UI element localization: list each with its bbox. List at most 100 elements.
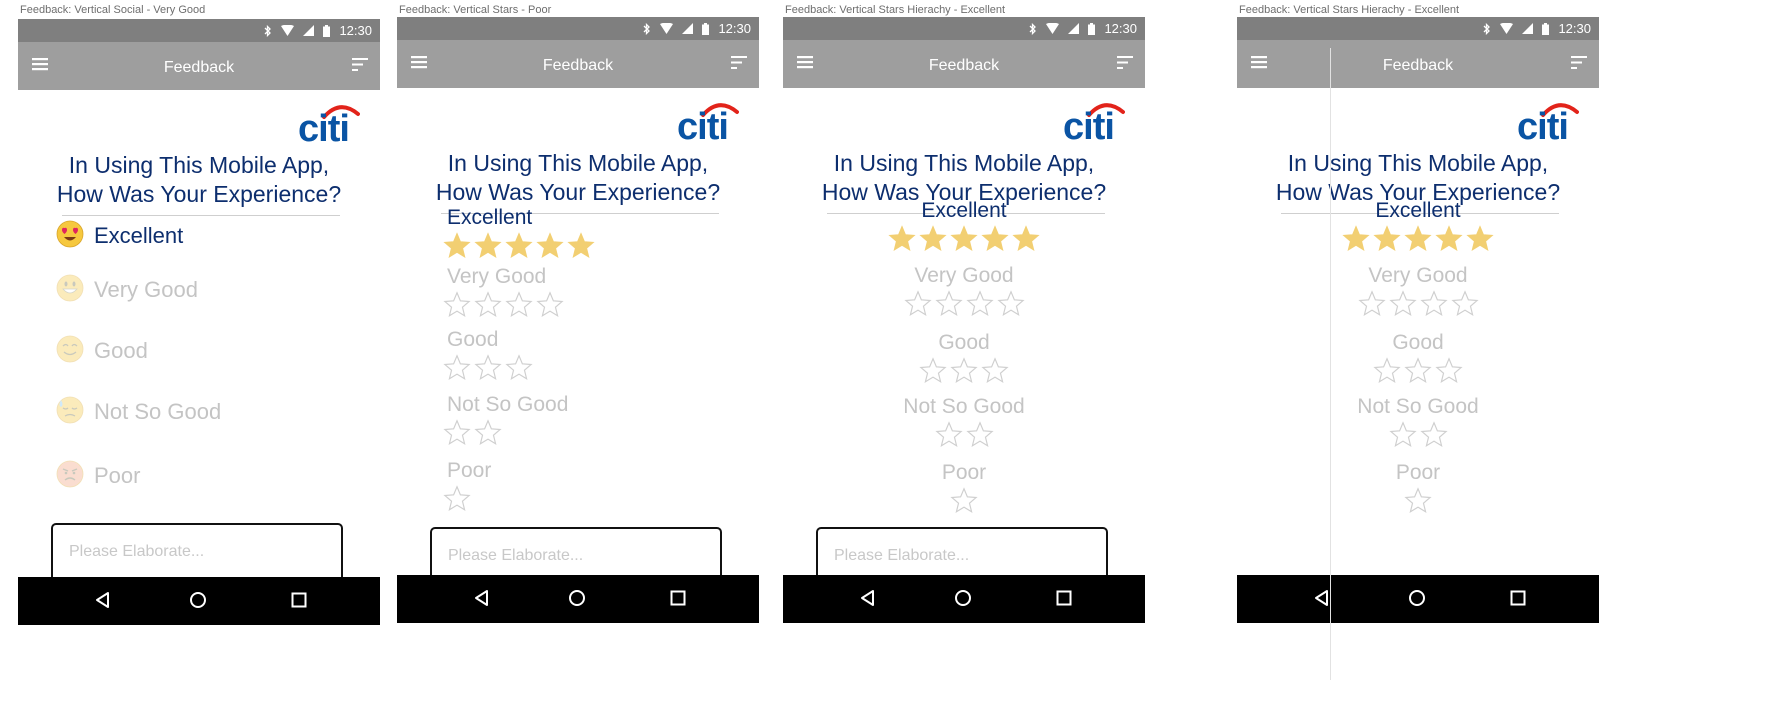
rating-option-very-good[interactable]: Very Good: [783, 264, 1145, 318]
smile-emoji-icon: [56, 335, 84, 363]
status-time: 12:30: [1104, 21, 1137, 36]
star-filled-icon: [1373, 225, 1401, 251]
star-filled-icon: [1012, 225, 1040, 251]
rating-option-not-so-good[interactable]: Not So Good: [783, 395, 1145, 449]
question-line-1: In Using This Mobile App,: [447, 150, 709, 176]
home-icon[interactable]: [1408, 589, 1426, 607]
feedback-screen-panel-2: Feedback: Vertical Stars - Poor 12:30 Fe…: [397, 0, 759, 724]
star-filled-icon: [981, 225, 1009, 251]
android-nav-bar: [783, 575, 1145, 623]
app-bar: Feedback: [783, 40, 1145, 88]
star-outline-icon: [1419, 421, 1448, 447]
rating-option-label: Poor: [447, 459, 492, 482]
star-outline-icon: [474, 291, 502, 317]
rating-option-label: Excellent: [94, 223, 184, 248]
star-outline-icon: [1388, 290, 1417, 316]
star-row: [443, 419, 568, 447]
recents-icon[interactable]: [669, 589, 687, 607]
phone-screen: 12:30 Feedback citi In Using This Mobile…: [397, 17, 759, 623]
star-filled-icon: [1435, 225, 1463, 251]
sort-icon[interactable]: [1571, 56, 1587, 69]
rating-option-good[interactable]: Good: [443, 328, 533, 382]
feedback-screen-panel-3: Feedback: Vertical Stars Hierachy - Exce…: [783, 0, 1145, 724]
rating-option-poor[interactable]: Poor: [783, 461, 1145, 515]
recents-icon[interactable]: [1055, 589, 1073, 607]
citi-logo: citi: [1517, 103, 1579, 143]
rating-option-label: Not So Good: [1357, 395, 1479, 418]
star-filled-icon: [888, 225, 916, 251]
star-outline-icon: [1357, 290, 1386, 316]
star-row: [1237, 421, 1599, 449]
citi-logo: citi: [1063, 103, 1125, 143]
rating-option-not-so-good[interactable]: Not So Good: [443, 393, 568, 447]
star-outline-icon: [950, 487, 978, 513]
question-line-2: How Was Your Experience?: [435, 179, 721, 205]
app-bar: Feedback: [397, 40, 759, 88]
rating-option-poor[interactable]: Poor: [1237, 461, 1599, 515]
rating-option-very-good[interactable]: Very Good: [443, 265, 564, 319]
bluetooth-icon: [264, 24, 272, 37]
android-nav-bar: [1237, 575, 1599, 623]
citi-logo: citi: [298, 105, 360, 145]
star-outline-icon: [505, 354, 533, 380]
rating-option-excellent[interactable]: Excellent: [443, 206, 595, 260]
heart-eyes-emoji-icon: [56, 220, 84, 248]
battery-icon: [1542, 22, 1550, 35]
star-outline-icon: [536, 291, 564, 317]
citi-logo: citi: [677, 103, 739, 143]
status-time: 12:30: [339, 23, 372, 38]
recents-icon[interactable]: [290, 591, 308, 609]
star-outline-icon: [1404, 357, 1432, 383]
rating-option-label: Excellent: [1375, 199, 1461, 222]
rating-option-not-so-good[interactable]: Not So Good: [1237, 395, 1599, 449]
home-icon[interactable]: [568, 589, 586, 607]
svg-text:citi: citi: [1517, 106, 1568, 143]
sort-icon[interactable]: [731, 56, 747, 69]
rating-option-good[interactable]: Good: [1237, 331, 1599, 385]
star-row: [1237, 225, 1599, 253]
rating-option-very-good[interactable]: Very Good: [1237, 264, 1599, 318]
star-outline-icon: [965, 290, 994, 316]
bluetooth-icon: [1029, 22, 1037, 35]
app-title: Feedback: [163, 59, 235, 76]
bluetooth-icon: [1483, 22, 1491, 35]
star-outline-icon: [1435, 357, 1463, 383]
wifi-icon: [1046, 23, 1060, 34]
back-icon[interactable]: [94, 591, 112, 609]
sort-icon[interactable]: [352, 58, 368, 71]
home-icon[interactable]: [189, 591, 207, 609]
recents-icon[interactable]: [1509, 589, 1527, 607]
status-bar: 12:30: [1237, 17, 1599, 40]
status-icons: 12:30: [1029, 21, 1137, 36]
star-row: [783, 487, 1145, 515]
back-icon[interactable]: [859, 589, 877, 607]
status-bar: 12:30: [783, 17, 1145, 40]
rating-option-label: Not So Good: [903, 395, 1025, 418]
star-outline-icon: [965, 421, 994, 447]
rating-option-good[interactable]: Good: [783, 331, 1145, 385]
rating-option-label: Very Good: [1368, 264, 1468, 287]
rating-option-excellent[interactable]: Excellent: [1237, 199, 1599, 253]
back-icon[interactable]: [473, 589, 491, 607]
rating-option-label: Poor: [1395, 461, 1441, 484]
sweat-emoji-icon: [56, 396, 84, 424]
star-row: [783, 421, 1145, 449]
star-outline-icon: [1404, 487, 1432, 513]
signal-icon: [303, 25, 315, 36]
star-outline-icon: [1373, 357, 1401, 383]
sort-icon[interactable]: [1117, 56, 1133, 69]
rating-option-label: Good: [1392, 331, 1444, 354]
panel-caption: Feedback: Vertical Stars Hierachy - Exce…: [1239, 4, 1460, 16]
android-nav-bar: [397, 575, 759, 623]
feedback-screen-panel-4: Feedback: Vertical Stars Hierachy - Exce…: [1237, 0, 1599, 724]
star-filled-icon: [1342, 225, 1370, 251]
rating-option-poor[interactable]: Poor: [443, 459, 492, 513]
back-icon[interactable]: [1313, 589, 1331, 607]
star-filled-icon: [950, 225, 978, 251]
star-outline-icon: [443, 354, 471, 380]
android-nav-bar: [18, 577, 380, 625]
wifi-icon: [1500, 23, 1514, 34]
rating-option-excellent[interactable]: Excellent: [783, 199, 1145, 253]
svg-text:citi: citi: [1063, 106, 1114, 143]
home-icon[interactable]: [954, 589, 972, 607]
